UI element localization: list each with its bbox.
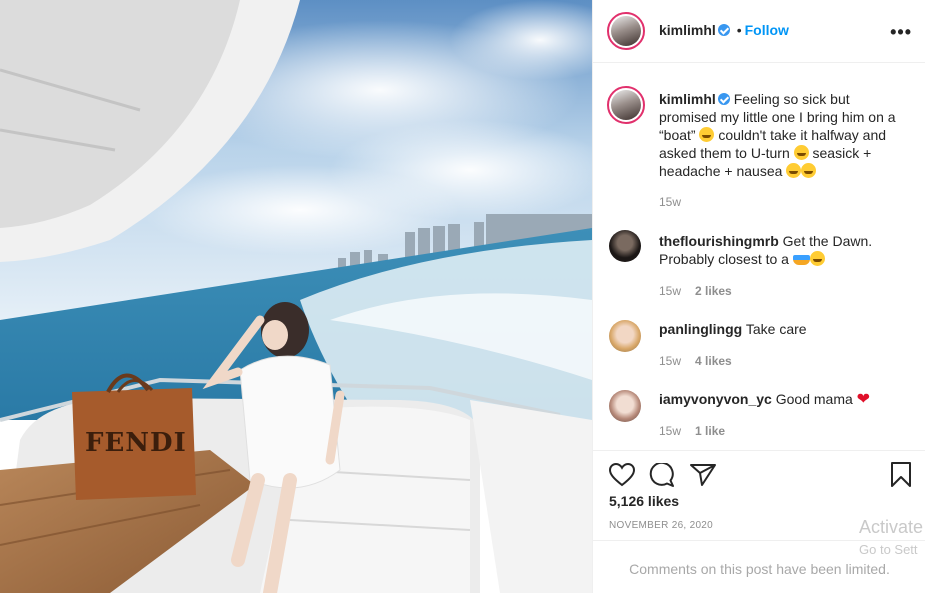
verified-badge-icon — [717, 24, 730, 36]
likes-count[interactable]: 5,126 likes — [609, 493, 679, 509]
caption-age: 15w — [659, 195, 682, 209]
share-icon[interactable] — [690, 463, 716, 487]
post-header: kimlimhl • Follow ••• — [593, 0, 925, 63]
follow-button[interactable]: Follow — [745, 22, 789, 38]
boat-emoji-icon — [792, 255, 810, 265]
windows-activation-watermark: Activate — [859, 517, 924, 537]
grimace-emoji-icon — [786, 163, 802, 178]
comment-body: Take care — [745, 321, 807, 337]
grimace-emoji-icon — [699, 127, 715, 142]
comment-age: 15w — [659, 354, 682, 368]
author-avatar[interactable] — [607, 12, 645, 50]
comment-meta: 15w 2 likes — [659, 284, 732, 298]
more-options-icon[interactable]: ••• — [890, 22, 912, 43]
post-date: NOVEMBER 26, 2020 — [609, 520, 714, 531]
grimace-emoji-icon — [801, 163, 817, 178]
comment-username[interactable]: iamyvonyvon_yc — [659, 391, 772, 407]
author-username[interactable]: kimlimhl — [659, 22, 716, 38]
commenter-avatar[interactable] — [609, 390, 641, 422]
red-heart-emoji-icon: ❤ — [856, 391, 871, 408]
comment-icon[interactable] — [649, 463, 675, 487]
comment-likes[interactable]: 1 like — [695, 424, 725, 438]
comment-age: 15w — [659, 424, 682, 438]
comment-age: 15w — [659, 284, 682, 298]
caption-username[interactable]: kimlimhl — [659, 91, 716, 107]
grimace-emoji-icon — [809, 251, 825, 266]
comment-text: panlinglingg Take care — [659, 320, 909, 338]
comment-likes[interactable]: 4 likes — [695, 354, 732, 368]
comment-text: theflourishingmrb Get the Dawn. Probably… — [659, 232, 909, 268]
comment-body: Good mama — [775, 391, 853, 407]
bag-logo-text: FENDI — [85, 428, 187, 458]
comment-likes[interactable]: 2 likes — [695, 284, 732, 298]
comment-meta: 15w 1 like — [659, 424, 725, 438]
comment-text: iamyvonyvon_yc Good mama ❤ — [659, 390, 909, 409]
bookmark-icon[interactable] — [890, 462, 912, 488]
post-side-panel: kimlimhl • Follow ••• kimlimhl Feeling so… — [592, 0, 925, 593]
commenter-avatar[interactable] — [609, 320, 641, 352]
yacht-photo-illustration — [0, 0, 592, 593]
heart-icon[interactable] — [609, 463, 635, 487]
caption-text: kimlimhl Feeling so sick but promised my… — [659, 90, 909, 180]
caption-avatar[interactable] — [607, 86, 645, 124]
comments-limited-notice: Comments on this post have been limited. — [593, 540, 925, 593]
commenter-avatar[interactable] — [609, 230, 641, 262]
header-user-line: kimlimhl • Follow — [659, 22, 789, 38]
verified-badge-icon — [717, 93, 730, 105]
post-photo[interactable]: FENDI — [0, 0, 592, 593]
grimace-emoji-icon — [793, 145, 809, 160]
comment-meta: 15w 4 likes — [659, 354, 732, 368]
header-separator: • — [736, 22, 742, 38]
comment-username[interactable]: theflourishingmrb — [659, 233, 779, 249]
comment-username[interactable]: panlinglingg — [659, 321, 742, 337]
